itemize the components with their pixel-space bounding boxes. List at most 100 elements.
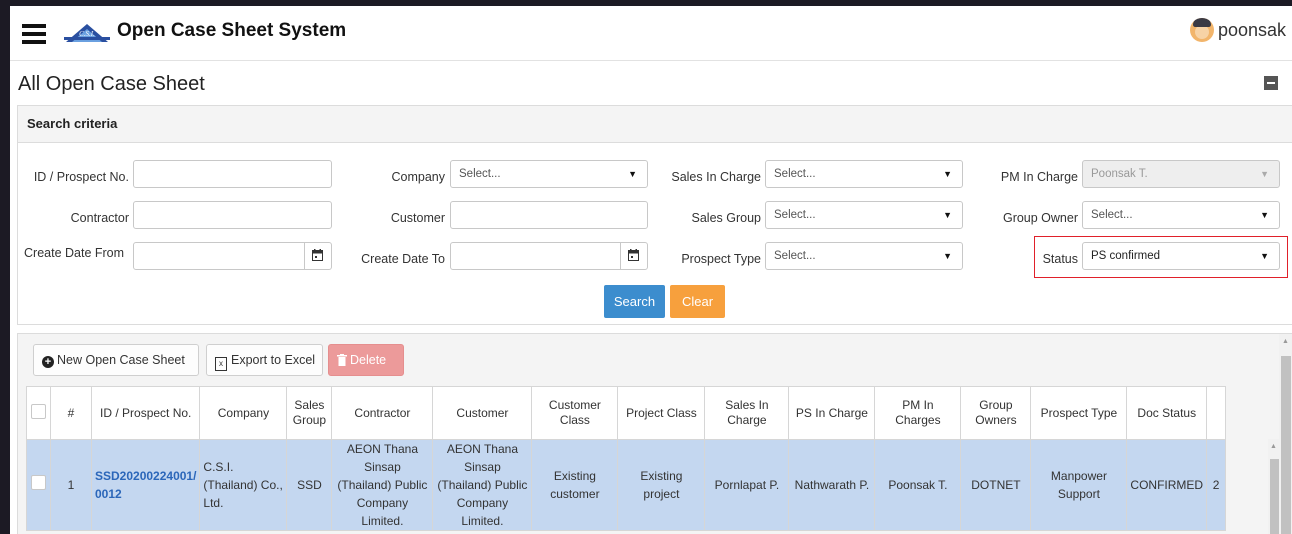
pm-in-charge-select-value: Poonsak T. [1091, 168, 1148, 180]
ps-in-charge-cell: Nathwarath P. [788, 439, 876, 531]
prospect-id-link[interactable]: SSD20200224001/ 0012 [90, 439, 201, 531]
sales-group-label: Sales Group [691, 211, 761, 225]
column-header[interactable]: PS In Charge [788, 386, 876, 440]
status-select-value: PS confirmed [1091, 250, 1161, 262]
collapse-minus-icon[interactable] [1264, 76, 1278, 90]
delete-button[interactable]: Delete [328, 344, 404, 376]
create-date-from-input[interactable] [133, 242, 332, 270]
scroll-up-icon[interactable]: ▲ [1270, 443, 1277, 450]
new-open-case-sheet-button[interactable]: + New Open Case Sheet [33, 344, 199, 376]
pm-in-charges-cell: Poonsak T. [874, 439, 962, 531]
select-all-checkbox[interactable] [31, 403, 46, 419]
svg-text:C.S.I.: C.S.I. [79, 30, 95, 38]
user-name[interactable]: poonsak [1218, 20, 1286, 41]
customer-input[interactable] [450, 201, 648, 229]
page-scrollbar[interactable]: ▲ [1279, 334, 1292, 534]
contractor-cell: AEON Thana Sinsap (Thailand) Public Comp… [331, 439, 434, 531]
group-owner-label: Group Owner [1002, 211, 1078, 225]
user-menu[interactable]: poonsak [1189, 18, 1286, 42]
column-header[interactable]: Customer [432, 386, 533, 440]
project-class-cell: Existing project [617, 439, 706, 531]
chevron-down-icon: ▼ [943, 210, 952, 220]
column-header-extra [1206, 386, 1227, 440]
column-header[interactable]: Sales Group [286, 386, 333, 440]
chevron-down-icon: ▼ [1260, 210, 1269, 220]
avatar[interactable] [1189, 18, 1214, 42]
column-header[interactable]: Contractor [331, 386, 434, 440]
sales-in-charge-select-value: Select... [774, 168, 816, 180]
clear-button[interactable]: Clear [670, 285, 725, 318]
table-scrollbar-thumb[interactable] [1270, 459, 1279, 534]
prospect-type-cell: Manpower Support [1030, 439, 1128, 531]
select-all-header [26, 386, 51, 440]
prospect-type-label: Prospect Type [681, 252, 761, 266]
group-owner-select-value: Select... [1091, 209, 1133, 221]
chevron-down-icon: ▼ [943, 169, 952, 179]
row-number: 1 [50, 439, 92, 531]
trash-icon [337, 354, 347, 366]
create-date-to-input[interactable] [450, 242, 648, 270]
doc-status-cell: CONFIRMED [1126, 439, 1208, 531]
excel-icon: x [215, 357, 227, 371]
app-title: Open Case Sheet System [117, 20, 347, 41]
column-header[interactable]: Sales In Charge [704, 386, 790, 440]
id-prospect-input[interactable] [133, 160, 332, 188]
row-checkbox[interactable] [31, 475, 46, 490]
sales-in-charge-label: Sales In Charge [671, 170, 761, 184]
contractor-label: Contractor [70, 211, 129, 225]
customer-cell: AEON Thana Sinsap (Thailand) Public Comp… [432, 439, 533, 531]
pm-in-charge-label: PM In Charge [1000, 170, 1078, 184]
search-panel-header: Search criteria [18, 106, 1292, 143]
page-scrollbar-thumb[interactable] [1281, 356, 1291, 534]
contractor-input[interactable] [133, 201, 332, 229]
table-row[interactable]: 1 SSD20200224001/ 0012 C.S.I. (Thailand)… [26, 439, 1227, 531]
column-header[interactable]: ID / Prospect No. [90, 386, 201, 440]
column-header[interactable]: Project Class [617, 386, 706, 440]
column-header[interactable]: # [50, 386, 92, 440]
export-button-label: Export to Excel [231, 353, 316, 367]
status-select[interactable]: PS confirmed ▼ [1082, 242, 1280, 270]
id-prospect-label: ID / Prospect No. [33, 170, 129, 184]
top-navbar: C.S.I. Open Case Sheet System poonsak [10, 6, 1292, 61]
sales-group-cell: SSD [286, 439, 333, 531]
app-window: C.S.I. Open Case Sheet System poonsak Al… [10, 6, 1292, 534]
group-owners-cell: DOTNET [960, 439, 1032, 531]
customer-label: Customer [390, 211, 445, 225]
hamburger-menu-icon[interactable] [22, 24, 46, 44]
create-date-to-label: Create Date To [361, 252, 445, 266]
customer-class-cell: Existing customer [531, 439, 619, 531]
prospect-type-select[interactable]: Select... ▼ [765, 242, 963, 270]
extra-cell: 2 [1206, 439, 1227, 531]
company-select-value: Select... [459, 168, 501, 180]
sales-in-charge-select[interactable]: Select... ▼ [765, 160, 963, 188]
company-logo: C.S.I. [64, 24, 110, 42]
row-select-cell [26, 439, 51, 531]
export-to-excel-button[interactable]: x Export to Excel [206, 344, 323, 376]
column-header[interactable]: Prospect Type [1030, 386, 1128, 440]
pm-in-charge-select: Poonsak T. ▼ [1082, 160, 1280, 188]
group-owner-select[interactable]: Select... ▼ [1082, 201, 1280, 229]
chevron-down-icon: ▼ [1260, 251, 1269, 261]
search-criteria-panel: Search criteria ID / Prospect No. Compan… [17, 105, 1292, 325]
company-cell: C.S.I. (Thailand) Co., Ltd. [199, 439, 288, 531]
calendar-icon[interactable] [620, 242, 647, 270]
column-header[interactable]: Company [199, 386, 288, 440]
create-date-from-label: Create Date From [24, 246, 125, 260]
column-header[interactable]: PM In Charges [874, 386, 962, 440]
company-label: Company [391, 170, 446, 184]
plus-circle-icon: + [42, 356, 54, 368]
sales-group-select[interactable]: Select... ▼ [765, 201, 963, 229]
delete-button-label: Delete [350, 353, 387, 367]
column-header[interactable]: Customer Class [531, 386, 619, 440]
company-select[interactable]: Select... ▼ [450, 160, 648, 188]
calendar-icon[interactable] [304, 242, 331, 270]
page-title: All Open Case Sheet [18, 73, 205, 95]
search-button[interactable]: Search [604, 285, 665, 318]
column-header[interactable]: Doc Status [1126, 386, 1208, 440]
column-header[interactable]: Group Owners [960, 386, 1032, 440]
case-sheet-list-panel: + New Open Case Sheet x Export to Excel De… [17, 333, 1292, 534]
sales-in-charge-cell: Pornlapat P. [704, 439, 790, 531]
scroll-up-icon[interactable]: ▲ [1282, 338, 1289, 345]
new-button-label: New Open Case Sheet [57, 353, 185, 367]
prospect-type-select-value: Select... [774, 250, 816, 262]
